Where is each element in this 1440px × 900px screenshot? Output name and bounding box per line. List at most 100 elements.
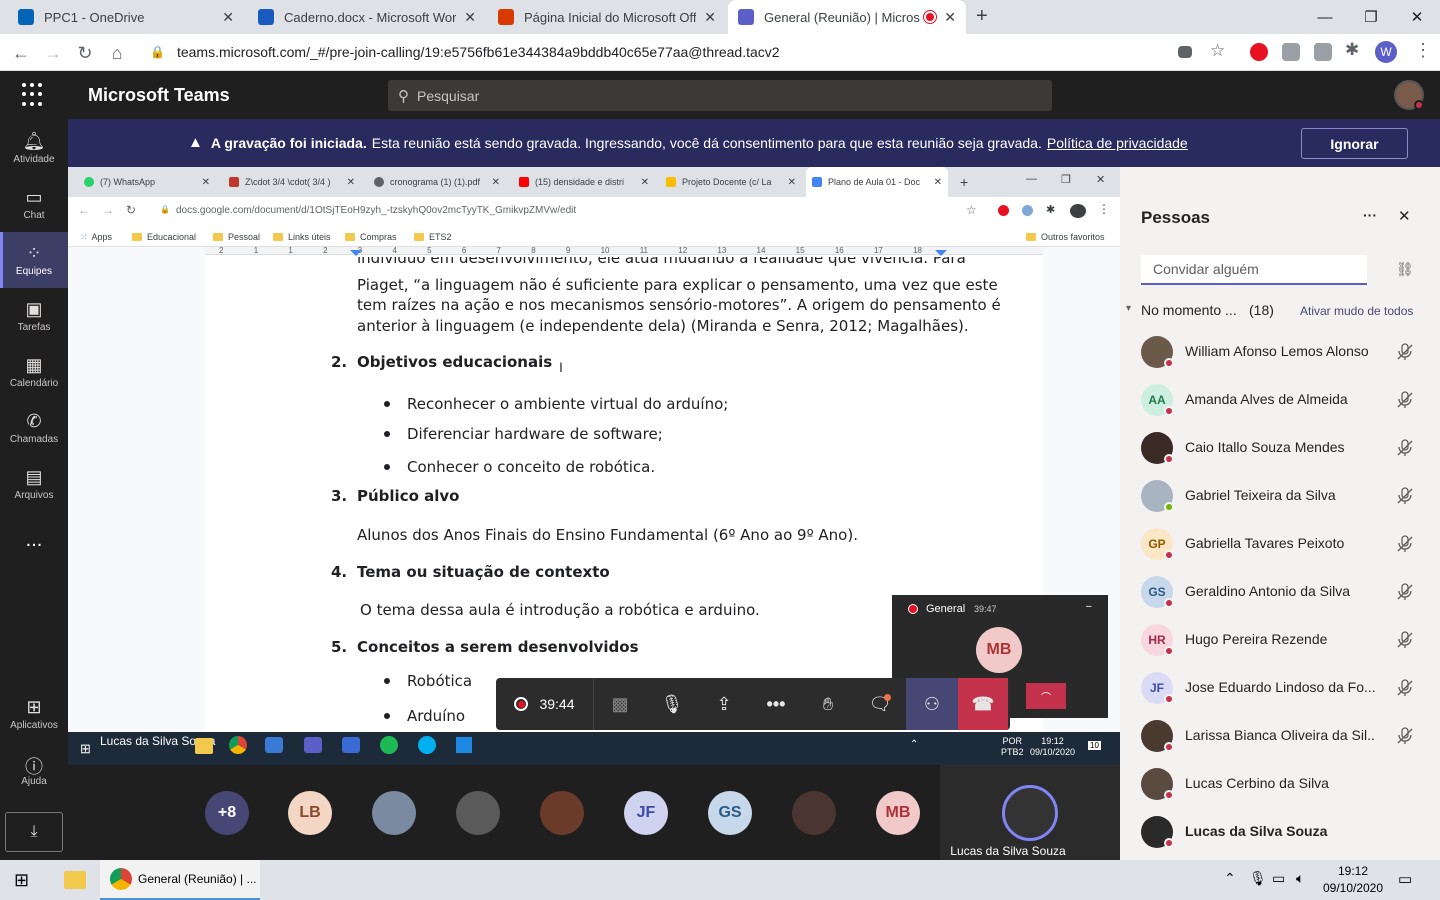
clock[interactable]: 19:12 09/10/2020	[1318, 863, 1388, 897]
star-icon[interactable]: ☆	[1210, 41, 1225, 61]
close-tab-icon[interactable]: ✕	[222, 9, 234, 26]
hangup-button[interactable]: ☎︎	[958, 678, 1008, 730]
participants-button[interactable]: ⚇	[906, 678, 958, 730]
home-icon[interactable]: ⌂	[104, 40, 130, 66]
participant-row[interactable]: William Afonso Lemos Alonso	[1120, 328, 1440, 376]
presence-dot	[1164, 502, 1174, 512]
camera-blocked-icon[interactable]	[1178, 46, 1192, 58]
raise-hand-button[interactable]: ✋︎	[802, 678, 854, 730]
rail-item-chat[interactable]: ▭ Chat	[0, 176, 68, 232]
file-explorer-icon[interactable]	[64, 871, 86, 889]
rail-item-help[interactable]: ⓘ Ajuda	[0, 742, 68, 798]
rail-item-calls[interactable]: ✆ Chamadas	[0, 400, 68, 456]
participant-row[interactable]: Caio Itallo Souza Mendes	[1120, 424, 1440, 472]
chat-button[interactable]: 🗨︎	[854, 678, 906, 730]
mic-muted-icon[interactable]	[1395, 582, 1415, 602]
back-icon[interactable]: ←	[8, 40, 34, 66]
participant-avatar[interactable]: JF	[624, 791, 668, 835]
browser-tab-onedrive[interactable]: PPC1 - OneDrive ✕	[8, 0, 244, 34]
new-tab-icon[interactable]: +	[976, 5, 988, 28]
share-screen-button[interactable]: ⇪	[698, 678, 750, 730]
rail-item-activity[interactable]: 🔔︎ Atividade	[0, 120, 68, 176]
dismiss-button[interactable]: Ignorar	[1301, 128, 1408, 159]
mic-icon[interactable]: 🎙︎	[1249, 870, 1267, 887]
mute-all-button[interactable]: Ativar mudo de todos	[1300, 304, 1413, 318]
search-input[interactable]: ⚲ Pesquisar	[388, 80, 1052, 111]
mute-button[interactable]: 🎙︎	[646, 678, 698, 730]
minimize-icon[interactable]: —	[1302, 0, 1348, 34]
participant-avatar[interactable]: MB	[876, 791, 920, 835]
participant-row[interactable]: GP Gabriella Tavares Peixoto	[1120, 520, 1440, 568]
screenshot-icon[interactable]	[1314, 43, 1332, 61]
puzzle-icon[interactable]: ✱	[1345, 40, 1359, 60]
close-tab-icon[interactable]: ✕	[704, 9, 716, 26]
mini-minimize-icon[interactable]: –	[1086, 601, 1092, 612]
close-tab-icon[interactable]: ✕	[944, 9, 956, 26]
mic-muted-icon[interactable]	[1395, 342, 1415, 362]
participants-icon: ⚇	[923, 693, 941, 714]
rail-item-tasks[interactable]: ▣ Tarefas	[0, 288, 68, 344]
mini-hangup-icon[interactable]: ⌒	[1026, 683, 1066, 709]
participant-row[interactable]: AA Amanda Alves de Almeida	[1120, 376, 1440, 424]
participant-avatar[interactable]: LB	[288, 791, 332, 835]
section-label[interactable]: No momento ...	[1141, 302, 1237, 318]
user-avatar[interactable]	[1394, 80, 1424, 110]
panel-close-icon[interactable]: ✕	[1398, 207, 1411, 225]
taskbar-chrome-item[interactable]: General (Reunião) | ...	[100, 860, 260, 900]
forward-icon[interactable]: →	[40, 40, 66, 66]
mic-muted-icon[interactable]	[1395, 678, 1415, 698]
mic-muted-icon[interactable]	[1395, 438, 1415, 458]
reload-icon[interactable]: ↻	[72, 40, 98, 66]
mic-muted-icon[interactable]	[1395, 486, 1415, 506]
notification-center-icon[interactable]: ▭	[1398, 870, 1412, 888]
windows-start-icon[interactable]: ⊞	[14, 870, 29, 891]
mic-muted-icon[interactable]	[1395, 726, 1415, 746]
privacy-link[interactable]: Política de privacidade	[1047, 135, 1188, 151]
address-bar[interactable]: 🔒 teams.microsoft.com/_#/pre-join-callin…	[140, 38, 1240, 66]
participant-row[interactable]: Gabriel Teixeira da Silva	[1120, 472, 1440, 520]
participant-row[interactable]: Lucas Cerbino da Silva	[1120, 760, 1440, 808]
tray-chevron-icon[interactable]: ⌃	[1224, 870, 1236, 887]
browser-tab-teams[interactable]: General (Reunião) | Microsof ✕	[728, 0, 966, 34]
participant-avatar[interactable]	[540, 791, 584, 835]
mic-muted-icon[interactable]	[1395, 390, 1415, 410]
participant-row[interactable]: HR Hugo Pereira Rezende	[1120, 616, 1440, 664]
invite-input[interactable]: Convidar alguém	[1141, 255, 1367, 285]
collapse-chevron-icon[interactable]: ▾	[1126, 303, 1131, 314]
overflow-count[interactable]: +8	[205, 791, 249, 835]
extension-icon[interactable]	[1282, 43, 1300, 61]
panel-more-icon[interactable]: ···	[1363, 207, 1377, 223]
close-tab-icon[interactable]: ✕	[464, 9, 476, 26]
participant-row[interactable]: GS Geraldino Antonio da Silva	[1120, 568, 1440, 616]
rail-item-calendar[interactable]: ▦ Calendário	[0, 344, 68, 400]
mic-muted-icon[interactable]	[1395, 630, 1415, 650]
maximize-icon[interactable]: ❐	[1348, 0, 1394, 34]
app-launcher-icon[interactable]	[22, 83, 46, 107]
rail-item-teams[interactable]: ⁘ Equipes	[0, 232, 68, 288]
participant-row[interactable]: Lucas da Silva Souza	[1120, 808, 1440, 856]
rail-item-files[interactable]: ▤ Arquivos	[0, 456, 68, 512]
browser-tab-office[interactable]: Página Inicial do Microsoft Office ✕	[488, 0, 726, 34]
participant-avatar[interactable]	[372, 791, 416, 835]
mic-muted-icon[interactable]	[1395, 534, 1415, 554]
browser-tab-word[interactable]: Caderno.docx - Microsoft Word O ✕	[248, 0, 486, 34]
self-tile[interactable]: Lucas da Silva Souza	[940, 765, 1120, 860]
browser-menu-icon[interactable]: ⋮	[1414, 40, 1432, 61]
rail-item-more[interactable]: ...	[0, 512, 68, 568]
opera-icon[interactable]	[1250, 43, 1268, 61]
camera-off-button[interactable]: ▩	[594, 678, 646, 730]
download-app-icon[interactable]: ⤓	[5, 812, 63, 852]
inner-minimize-icon: —	[1026, 173, 1037, 185]
close-window-icon[interactable]: ✕	[1394, 0, 1440, 34]
participant-avatar[interactable]	[456, 791, 500, 835]
more-actions-button[interactable]: •••	[750, 678, 802, 730]
participant-avatar[interactable]: GS	[708, 791, 752, 835]
profile-avatar[interactable]: W	[1375, 41, 1397, 63]
participant-avatar[interactable]	[792, 791, 836, 835]
participant-row[interactable]: Larissa Bianca Oliveira da Sil...	[1120, 712, 1440, 760]
link-icon[interactable]: ⛓︎	[1396, 261, 1414, 278]
participant-row[interactable]: JF Jose Eduardo Lindoso da Fo...	[1120, 664, 1440, 712]
volume-icon[interactable]: 🔈︎	[1296, 870, 1304, 887]
rail-item-apps[interactable]: ⊞ Aplicativos	[0, 686, 68, 742]
network-icon[interactable]: ▭	[1272, 870, 1285, 887]
